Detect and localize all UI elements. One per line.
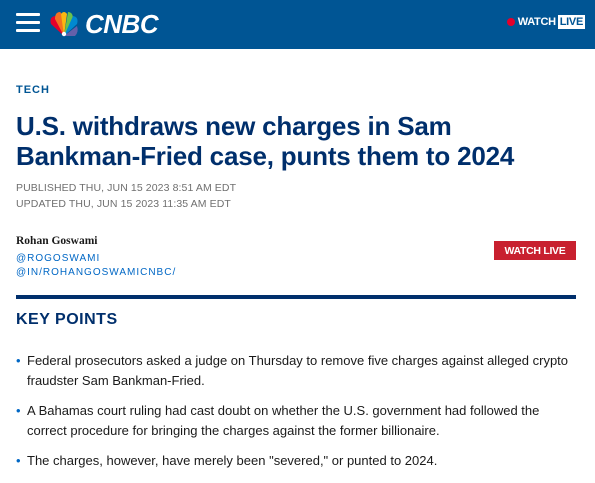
bullet-icon: •	[16, 353, 21, 368]
watch-label: WATCH	[517, 16, 556, 28]
article-headline: U.S. withdraws new charges in Sam Bankma…	[16, 111, 515, 171]
hamburger-menu-icon[interactable]	[16, 13, 40, 33]
bullet-icon: •	[16, 453, 21, 468]
published-timestamp: PUBLISHED THU, JUN 15 2023 8:51 AM EDT	[16, 182, 237, 194]
top-navigation-bar: CNBC WATCH LIVE	[0, 0, 595, 49]
section-label[interactable]: TECH	[16, 84, 50, 96]
key-point-text: A Bahamas court ruling had cast doubt on…	[27, 403, 540, 438]
key-point-item: • A Bahamas court ruling had cast doubt …	[16, 401, 576, 441]
key-points-title: KEY POINTS	[16, 311, 118, 328]
key-points-list: • Federal prosecutors asked a judge on T…	[16, 351, 576, 481]
key-point-item: • The charges, however, have merely been…	[16, 451, 576, 471]
author-twitter-handle[interactable]: @ROGOSWAMI	[16, 253, 100, 264]
author-name[interactable]: Rohan Goswami	[16, 235, 97, 247]
key-point-item: • Federal prosecutors asked a judge on T…	[16, 351, 576, 391]
watch-live-button[interactable]: WATCH LIVE	[494, 241, 576, 260]
watch-live-header-link[interactable]: WATCH LIVE	[506, 15, 585, 29]
cnbc-logo[interactable]: CNBC	[46, 8, 159, 40]
live-dot-icon	[506, 18, 515, 26]
peacock-logo-icon	[50, 12, 78, 37]
author-linkedin-handle[interactable]: @IN/ROHANGOSWAMICNBC/	[16, 267, 176, 278]
key-point-text: The charges, however, have merely been "…	[27, 453, 438, 468]
bullet-icon: •	[16, 403, 21, 418]
section-divider	[16, 295, 576, 299]
live-badge: LIVE	[557, 15, 585, 29]
updated-timestamp: UPDATED THU, JUN 15 2023 11:35 AM EDT	[16, 198, 231, 210]
key-point-text: Federal prosecutors asked a judge on Thu…	[27, 353, 569, 388]
logo-text: CNBC	[85, 8, 159, 39]
